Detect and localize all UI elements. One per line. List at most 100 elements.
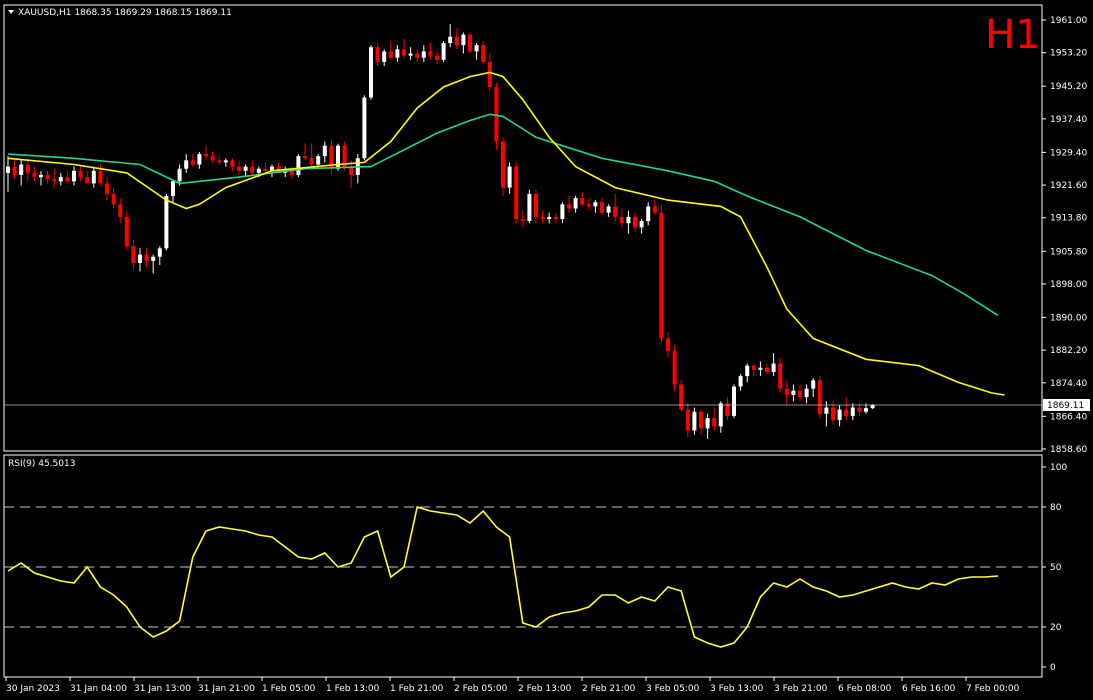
bear-candle [210, 156, 215, 161]
price-tick-label: 1866.40 [1050, 412, 1087, 422]
time-tick-label: 1 Feb 21:00 [390, 684, 444, 694]
bull-candle [593, 202, 598, 207]
bear-candle [25, 164, 30, 173]
trading-chart[interactable]: 1961.00 1953.20 1945.20 1937.40 1929.40 1921.… [0, 0, 1093, 700]
bull-candle [864, 408, 868, 412]
bull-candle [791, 390, 796, 395]
bull-candle [6, 166, 10, 173]
bear-candle [98, 170, 103, 184]
price-tick-label: 1890.00 [1050, 313, 1087, 323]
bear-candle [567, 204, 571, 209]
bear-candle [375, 47, 380, 62]
bear-candle [534, 193, 538, 217]
bull-candle [771, 363, 776, 372]
bear-candle [672, 350, 677, 385]
bull-candle [804, 388, 809, 398]
bull-candle [850, 407, 855, 416]
bear-candle [514, 166, 519, 219]
bear-candle [501, 141, 505, 188]
bull-candle [824, 407, 829, 414]
bear-candle [415, 53, 420, 58]
time-tick-label: 6 Feb 16:00 [902, 684, 956, 694]
bear-candle [857, 407, 862, 412]
rsi-tick-label: 0 [1050, 663, 1056, 673]
bull-candle [705, 417, 710, 429]
bear-candle [619, 216, 624, 224]
bull-candle [408, 53, 413, 56]
bear-candle [309, 158, 314, 165]
price-tick-label: 1961.00 [1050, 16, 1087, 26]
bear-candle [204, 154, 208, 157]
bear-candle [263, 168, 268, 171]
bear-candle [45, 175, 50, 180]
time-tick-label: 2 Feb 13:00 [518, 684, 572, 694]
bull-candle [837, 409, 842, 421]
bear-candle [402, 49, 406, 56]
time-tick-label: 30 Jan 2023 [6, 684, 60, 694]
bear-candle [78, 170, 83, 178]
bear-candle [118, 204, 123, 217]
bull-candle [58, 177, 63, 182]
bull-candle [547, 216, 552, 219]
bull-candle [527, 193, 532, 222]
bear-candle [65, 177, 70, 182]
time-tick-label: 1 Feb 13:00 [326, 684, 380, 694]
bear-candle [798, 390, 802, 398]
price-tick-label: 1913.80 [1050, 214, 1087, 224]
bull-candle [157, 248, 162, 257]
bull-candle [256, 168, 261, 173]
bull-candle [441, 43, 446, 60]
bear-candle [124, 216, 129, 247]
bull-candle [39, 175, 43, 178]
price-tick-label: 1937.40 [1050, 115, 1087, 125]
price-tick-label: 1905.80 [1050, 247, 1087, 257]
bull-candle [19, 164, 24, 176]
bear-candle [468, 34, 472, 52]
rsi-tick-label: 100 [1050, 463, 1067, 473]
bear-candle [52, 179, 57, 182]
bull-candle [626, 216, 631, 224]
bull-candle [870, 404, 875, 409]
bear-candle [553, 216, 558, 219]
bull-candle [362, 97, 367, 159]
bear-candle [659, 212, 664, 339]
bull-candle [560, 204, 565, 219]
bear-candle [580, 198, 585, 205]
bull-candle [296, 156, 301, 176]
bear-candle [685, 409, 690, 431]
bull-candle [421, 51, 426, 58]
bear-candle [250, 166, 255, 173]
bull-candle [461, 34, 466, 46]
bear-candle [237, 166, 241, 171]
bear-candle [751, 365, 756, 370]
bear-candle [633, 216, 637, 228]
price-tick-label: 1945.20 [1050, 82, 1087, 92]
bear-candle [699, 411, 703, 429]
bull-candle [243, 166, 248, 171]
bull-candle [223, 160, 228, 163]
rsi-info: RSI(9) 45.5013 [8, 459, 75, 469]
bull-candle [507, 166, 512, 188]
bull-candle [177, 168, 182, 182]
bull-candle [369, 47, 373, 98]
time-tick-label: 1 Feb 05:00 [262, 684, 316, 694]
time-tick-label: 7 Feb 00:00 [966, 684, 1020, 694]
bear-candle [778, 363, 783, 389]
bull-candle [171, 181, 175, 196]
time-tick-label: 2 Feb 21:00 [582, 684, 636, 694]
bear-candle [12, 166, 17, 176]
symbol-info: XAUUSD,H1 1868.35 1869.29 1868.15 1869.1… [18, 8, 232, 18]
bull-candle [718, 403, 723, 427]
price-tick-label: 1921.60 [1050, 181, 1087, 191]
bull-candle [382, 51, 387, 62]
bull-candle [692, 411, 697, 431]
bull-candle [758, 367, 763, 370]
bear-candle [111, 193, 116, 205]
time-tick-label: 31 Jan 21:00 [198, 684, 255, 694]
price-tick-label: 1858.60 [1050, 445, 1087, 455]
bear-candle [844, 409, 849, 416]
bear-candle [388, 51, 393, 58]
bull-candle [646, 206, 651, 222]
bull-candle [606, 206, 611, 213]
rsi-tick-label: 80 [1050, 503, 1062, 513]
